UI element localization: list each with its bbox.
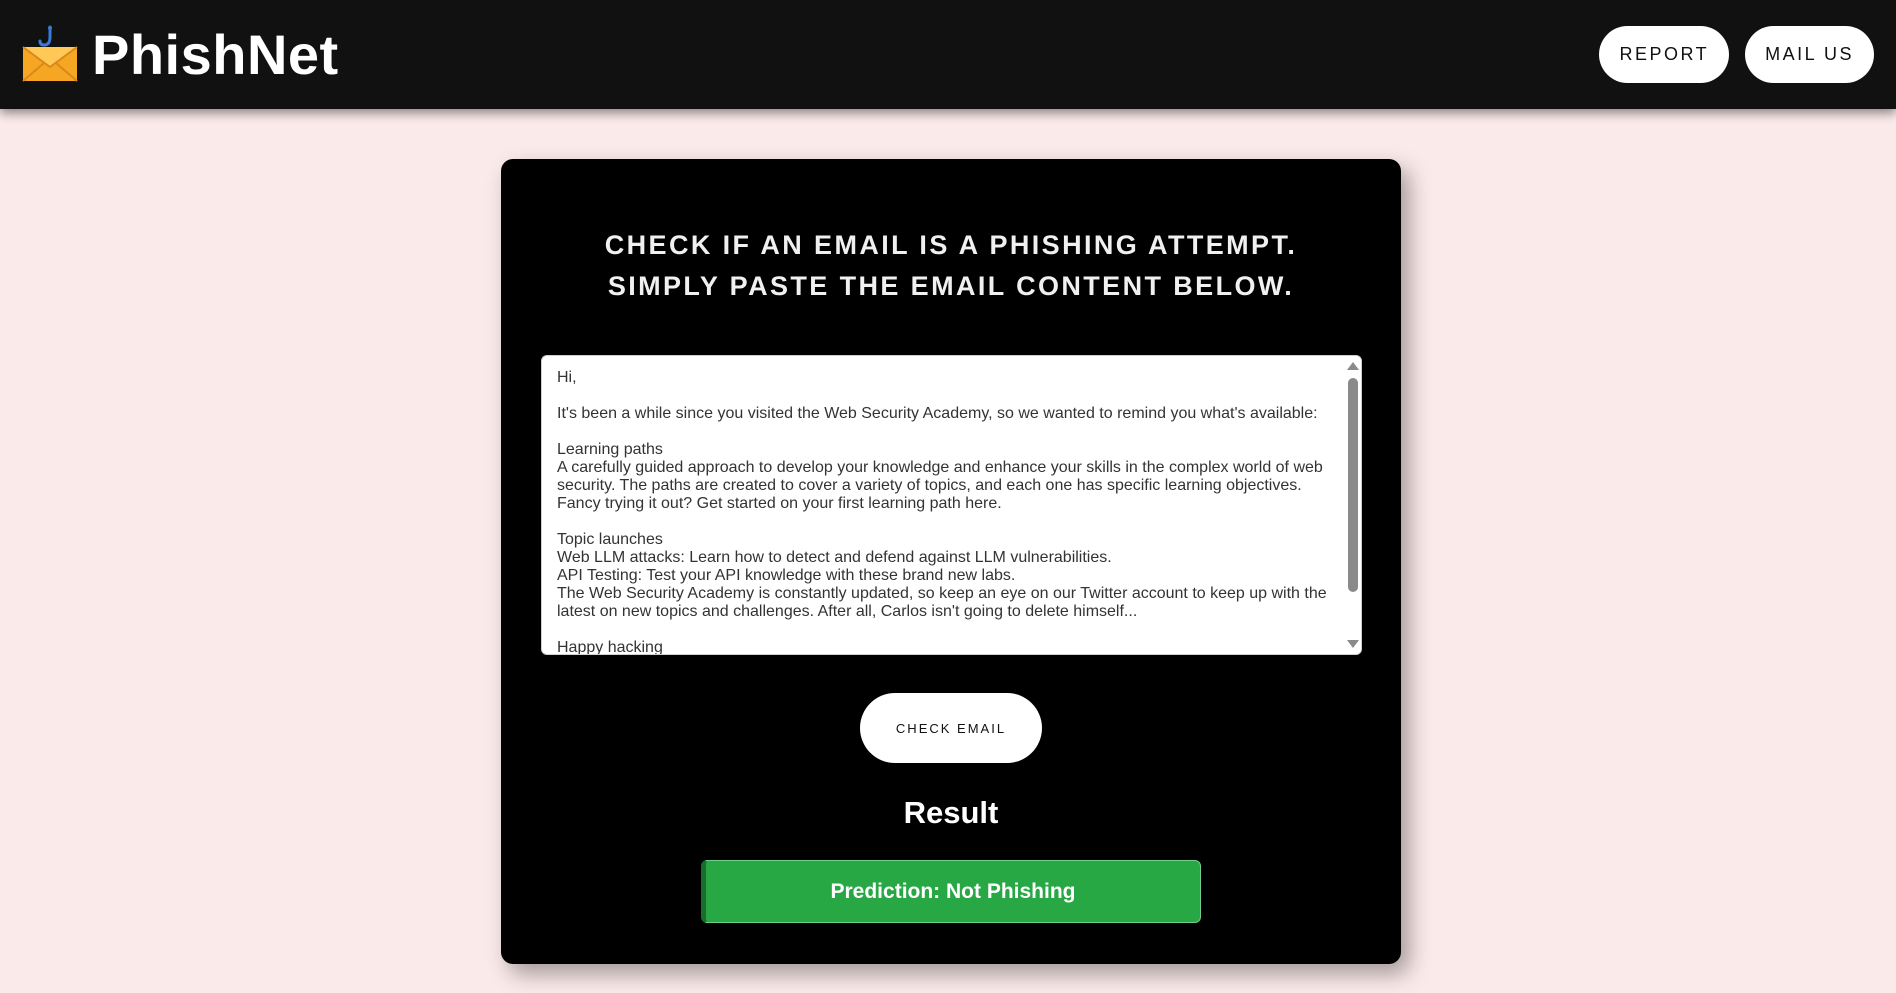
mail-us-button[interactable]: MAIL US [1745,26,1874,83]
headline-line-2: SIMPLY PASTE THE EMAIL CONTENT BELOW. [607,271,1295,301]
card-headline: CHECK IF AN EMAIL IS A PHISHING ATTEMPT.… [501,225,1401,307]
brand-name: PhishNet [92,23,339,86]
scroll-down-arrow-icon[interactable] [1347,640,1359,648]
report-button[interactable]: REPORT [1599,26,1730,83]
envelope-with-fishhook-icon [22,25,78,82]
scroll-up-arrow-icon[interactable] [1347,362,1359,370]
email-content-text: Hi, It's been a while since you visited … [557,369,1327,655]
scrollbar-thumb[interactable] [1348,378,1358,592]
brand[interactable]: PhishNet [20,22,339,87]
result-title: Result [903,795,999,830]
top-nav: REPORT MAIL US [1599,26,1874,83]
headline-line-1: CHECK IF AN EMAIL IS A PHISHING ATTEMPT. [604,230,1298,260]
textarea-scrollbar[interactable] [1344,356,1361,654]
prediction-result-badge: Prediction: Not Phishing [701,860,1201,923]
email-content-textarea[interactable]: Hi, It's been a while since you visited … [541,355,1362,655]
top-navbar: PhishNet REPORT MAIL US [0,0,1896,109]
phishing-check-card: CHECK IF AN EMAIL IS A PHISHING ATTEMPT.… [501,159,1401,964]
check-email-button[interactable]: CHECK EMAIL [860,693,1042,763]
prediction-result-text: Prediction: Not Phishing [830,879,1076,903]
